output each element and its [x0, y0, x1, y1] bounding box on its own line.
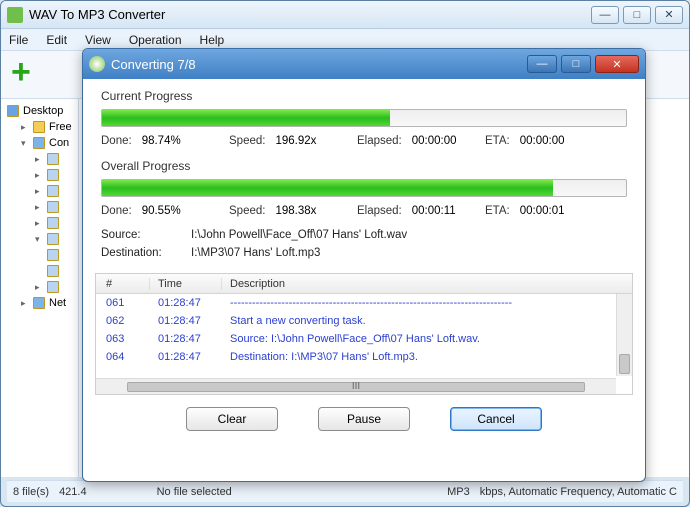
- overall-progress-label: Overall Progress: [101, 159, 627, 173]
- cancel-button[interactable]: Cancel: [450, 407, 542, 431]
- current-stats: Done:98.74% Speed:196.92x Elapsed:00:00:…: [101, 135, 627, 147]
- drive-icon: [47, 249, 59, 261]
- destination-value: I:\MP3\07 Hans' Loft.mp3: [191, 247, 320, 259]
- network-icon: [33, 297, 45, 309]
- drive-icon: [47, 169, 59, 181]
- status-files: 8 file(s): [13, 486, 49, 498]
- menu-operation[interactable]: Operation: [129, 33, 182, 47]
- folder-tree[interactable]: Desktop ▸Free ▾Con ▸ ▸ ▸ ▸ ▸ ▾ ▸ ▸Net: [1, 99, 79, 477]
- log-rows: 06101:28:47-----------------------------…: [96, 294, 632, 376]
- add-icon[interactable]: +: [11, 55, 67, 95]
- drive-icon: [47, 153, 59, 165]
- statusbar: 8 file(s) 421.4 No file selected MP3 kbp…: [7, 480, 683, 502]
- dialog-titlebar[interactable]: Converting 7/8 — □ ✕: [83, 49, 645, 79]
- folder-icon: [33, 121, 45, 133]
- drive-icon: [47, 185, 59, 197]
- menu-edit[interactable]: Edit: [46, 33, 67, 47]
- tree-free[interactable]: ▸Free: [3, 119, 76, 135]
- pause-button[interactable]: Pause: [318, 407, 410, 431]
- log-horizontal-scrollbar[interactable]: III: [96, 378, 616, 394]
- source-value: I:\John Powell\Face_Off\07 Hans' Loft.wa…: [191, 229, 407, 241]
- status-format: MP3: [447, 486, 470, 498]
- tree-drive[interactable]: ▸: [3, 183, 76, 199]
- log-vertical-scrollbar[interactable]: [616, 294, 632, 376]
- tree-drive[interactable]: ▾: [3, 231, 76, 247]
- menu-help[interactable]: Help: [200, 33, 225, 47]
- computer-icon: [33, 137, 45, 149]
- clear-button[interactable]: Clear: [186, 407, 278, 431]
- log-header: # Time Description: [96, 274, 632, 294]
- tree-desktop[interactable]: Desktop: [3, 103, 76, 119]
- tree-drive[interactable]: ▸: [3, 215, 76, 231]
- tree-computer[interactable]: ▾Con: [3, 135, 76, 151]
- overall-stats: Done:90.55% Speed:198.38x Elapsed:00:00:…: [101, 205, 627, 217]
- dialog-maximize-button[interactable]: □: [561, 55, 591, 73]
- log-col-description[interactable]: Description: [222, 278, 632, 290]
- log-row[interactable]: 06301:28:47Source: I:\John Powell\Face_O…: [96, 330, 632, 348]
- menu-view[interactable]: View: [85, 33, 111, 47]
- log-col-time[interactable]: Time: [150, 278, 222, 290]
- status-selected: No file selected: [157, 486, 232, 498]
- tree-drive[interactable]: [3, 263, 76, 279]
- log-row[interactable]: 06201:28:47Start a new converting task.: [96, 312, 632, 330]
- main-titlebar[interactable]: WAV To MP3 Converter — □ ✕: [1, 1, 689, 29]
- current-progress-bar: [101, 109, 627, 127]
- log-row[interactable]: 06401:28:47Destination: I:\MP3\07 Hans' …: [96, 348, 632, 366]
- tree-drive[interactable]: [3, 247, 76, 263]
- current-progress-fill: [102, 110, 390, 126]
- app-icon: [7, 7, 23, 23]
- drive-icon: [47, 281, 59, 293]
- converting-dialog: Converting 7/8 — □ ✕ Current Progress Do…: [82, 48, 646, 482]
- scrollbar-thumb[interactable]: [619, 354, 630, 374]
- dialog-minimize-button[interactable]: —: [527, 55, 557, 73]
- desktop-icon: [7, 105, 19, 117]
- current-progress-label: Current Progress: [101, 89, 627, 103]
- dialog-title: Converting 7/8: [111, 57, 527, 72]
- dialog-icon: [89, 56, 105, 72]
- tree-drive[interactable]: ▸: [3, 279, 76, 295]
- destination-label: Destination:: [101, 247, 171, 259]
- main-maximize-button[interactable]: □: [623, 6, 651, 24]
- tree-drive[interactable]: ▸: [3, 199, 76, 215]
- tree-drive[interactable]: ▸: [3, 151, 76, 167]
- drive-icon: [47, 233, 59, 245]
- tree-network[interactable]: ▸Net: [3, 295, 76, 311]
- log-col-number[interactable]: #: [96, 278, 150, 290]
- drive-icon: [47, 201, 59, 213]
- dialog-close-button[interactable]: ✕: [595, 55, 639, 73]
- drive-icon: [47, 265, 59, 277]
- status-rest: kbps, Automatic Frequency, Automatic C: [480, 486, 677, 498]
- drive-icon: [47, 217, 59, 229]
- source-label: Source:: [101, 229, 171, 241]
- status-size: 421.4: [59, 486, 87, 498]
- main-close-button[interactable]: ✕: [655, 6, 683, 24]
- menu-file[interactable]: File: [9, 33, 28, 47]
- overall-progress-bar: [101, 179, 627, 197]
- log-panel: # Time Description 06101:28:47----------…: [95, 273, 633, 395]
- main-minimize-button[interactable]: —: [591, 6, 619, 24]
- log-row[interactable]: 06101:28:47-----------------------------…: [96, 294, 632, 312]
- tree-drive[interactable]: ▸: [3, 167, 76, 183]
- main-title: WAV To MP3 Converter: [29, 7, 591, 22]
- overall-progress-fill: [102, 180, 553, 196]
